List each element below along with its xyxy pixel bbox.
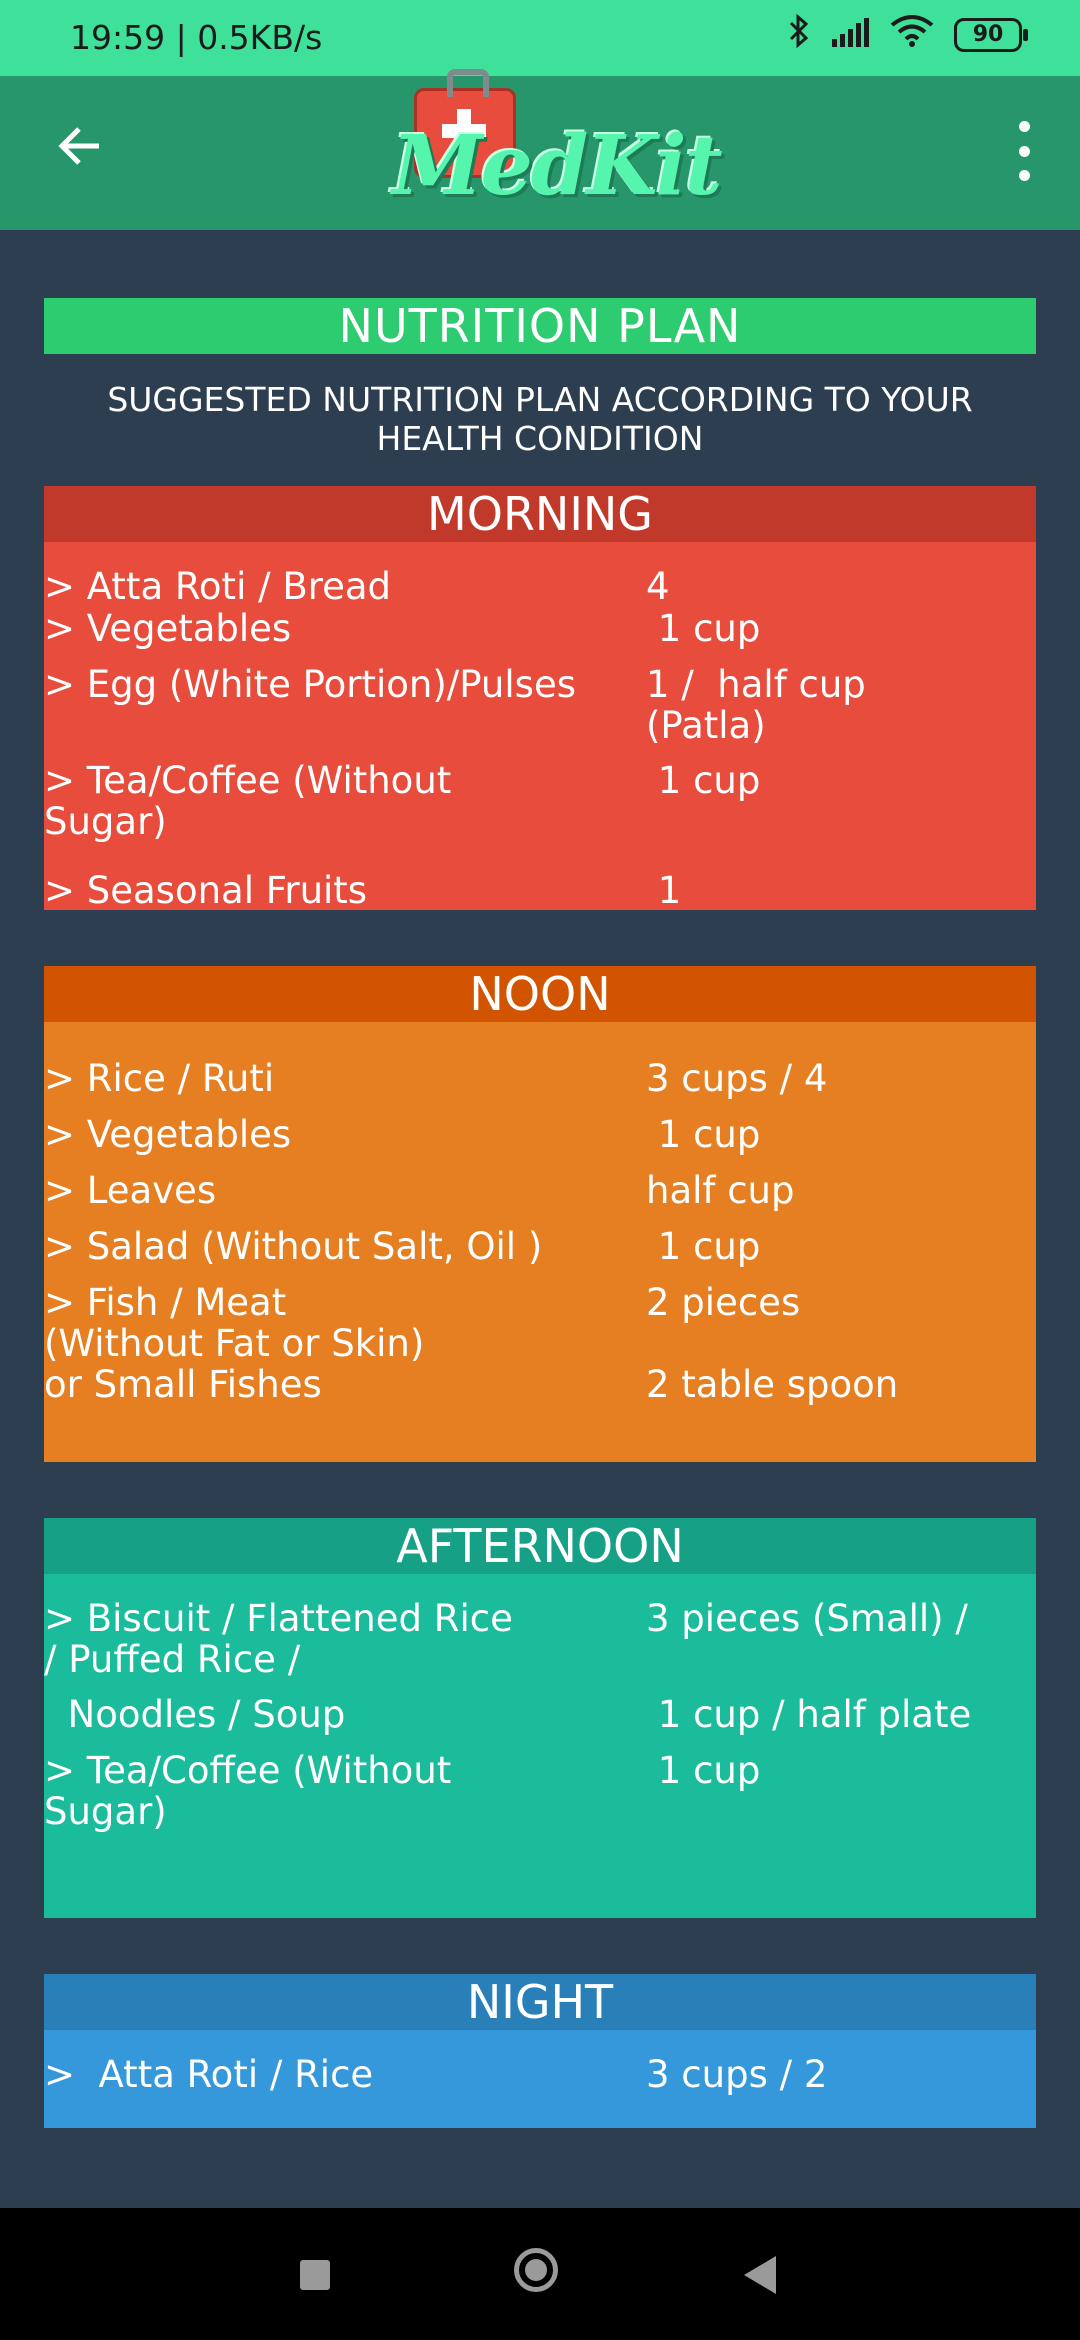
item-label: > Tea/Coffee (Without Sugar)	[44, 759, 452, 843]
recents-icon[interactable]	[300, 2260, 330, 2290]
section-body: > Rice / Ruti 3 cups / 4 > Vegetables 1 …	[44, 1022, 1036, 1462]
nutrition-content: NUTRITION PLAN SUGGESTED NUTRITION PLAN …	[44, 298, 1036, 2128]
list-item: > Tea/Coffee (Without Sugar) 1 cup	[44, 760, 1036, 870]
item-quantity: 3 pieces (Small) /	[646, 1597, 968, 1640]
system-nav-bar	[0, 2208, 1080, 2340]
status-bar: 19:59 | 0.5KB/s 90	[0, 0, 1080, 76]
item-quantity: 1 cup	[646, 1113, 761, 1156]
item-label: > Fish / Meat (Without Fat or Skin) or S…	[44, 1281, 425, 1406]
item-label: > Egg (White Portion)/Pulses	[44, 663, 576, 706]
list-item: > Biscuit / Flattened Rice / Puffed Rice…	[44, 1598, 1036, 1694]
bluetooth-icon	[788, 13, 810, 56]
section-heading: NOON	[44, 966, 1036, 1022]
item-quantity: 1 cup / half plate	[646, 1693, 972, 1736]
list-item: > Rice / Ruti 3 cups / 4	[44, 1058, 1036, 1114]
item-quantity: 3 cups / 2	[646, 2053, 828, 2096]
list-item: > Egg (White Portion)/Pulses 1 / half cu…	[44, 664, 1036, 760]
section-night: NIGHT > Atta Roti / Rice 3 cups / 2	[44, 1974, 1036, 2128]
back-icon[interactable]	[744, 2256, 776, 2294]
list-item: Noodles / Soup 1 cup / half plate	[44, 1694, 1036, 1750]
item-quantity: 4	[646, 565, 670, 608]
logo-text: MedKit	[392, 118, 723, 214]
item-quantity: 1 / half cup (Patla)	[646, 663, 866, 747]
item-quantity: 3 cups / 4	[646, 1057, 828, 1100]
status-icons: 90	[788, 13, 1028, 56]
section-heading: MORNING	[44, 486, 1036, 542]
section-body: > Biscuit / Flattened Rice / Puffed Rice…	[44, 1574, 1036, 1918]
wifi-icon	[890, 15, 934, 55]
section-body: > Atta Roti / Rice 3 cups / 2	[44, 2030, 1036, 2128]
item-quantity: 1 cup	[646, 1225, 761, 1268]
item-quantity: 2 pieces 2 table spoon	[646, 1281, 899, 1406]
item-quantity: 1 cup	[646, 1749, 761, 1792]
app-logo: MedKit	[322, 69, 742, 232]
item-quantity: half cup	[646, 1169, 795, 1212]
item-label: > Tea/Coffee (Without Sugar)	[44, 1749, 452, 1833]
page-title: NUTRITION PLAN	[44, 298, 1036, 354]
list-item: > Salad (Without Salt, Oil ) 1 cup	[44, 1226, 1036, 1282]
list-item: > Tea/Coffee (Without Sugar) 1 cup	[44, 1750, 1036, 1832]
item-label: > Atta Roti / Bread	[44, 565, 392, 608]
section-body: > Atta Roti / Bread 4 > Vegetables 1 cup…	[44, 542, 1036, 911]
section-heading: NIGHT	[44, 1974, 1036, 2030]
list-item: > Fish / Meat (Without Fat or Skin) or S…	[44, 1282, 1036, 1405]
section-afternoon: AFTERNOON > Biscuit / Flattened Rice / P…	[44, 1518, 1036, 1918]
item-label: > Biscuit / Flattened Rice / Puffed Rice…	[44, 1597, 513, 1681]
item-label: > Salad (Without Salt, Oil )	[44, 1225, 543, 1268]
list-item: > Atta Roti / Rice 3 cups / 2	[44, 2054, 1036, 2095]
list-item: > Seasonal Fruits 1	[44, 870, 1036, 911]
item-quantity: 1	[646, 869, 682, 912]
item-label: > Atta Roti / Rice	[44, 2053, 374, 2096]
list-item: > Leaves half cup	[44, 1170, 1036, 1226]
list-item: > Atta Roti / Bread 4	[44, 566, 1036, 608]
more-options-icon[interactable]	[1006, 121, 1042, 181]
list-item: > Vegetables 1 cup	[44, 608, 1036, 664]
item-label: > Vegetables	[44, 1113, 292, 1156]
item-quantity: 1 cup	[646, 607, 761, 650]
item-label: > Seasonal Fruits	[44, 869, 368, 912]
battery-icon: 90	[954, 18, 1028, 52]
section-morning: MORNING > Atta Roti / Bread 4 > Vegetabl…	[44, 486, 1036, 911]
page-subtitle: SUGGESTED NUTRITION PLAN ACCORDING TO YO…	[107, 380, 973, 458]
item-label: > Vegetables	[44, 607, 292, 650]
back-arrow-icon[interactable]	[50, 121, 110, 181]
section-heading: AFTERNOON	[44, 1518, 1036, 1574]
item-quantity: 1 cup	[646, 759, 761, 802]
item-label: > Leaves	[44, 1169, 217, 1212]
list-item: > Vegetables 1 cup	[44, 1114, 1036, 1170]
signal-icon	[830, 16, 870, 55]
section-noon: NOON > Rice / Ruti 3 cups / 4 > Vegetabl…	[44, 966, 1036, 1462]
item-label: Noodles / Soup	[44, 1693, 346, 1736]
item-label: > Rice / Ruti	[44, 1057, 275, 1100]
home-icon[interactable]	[514, 2248, 558, 2292]
status-time: 19:59 | 0.5KB/s	[70, 18, 323, 57]
